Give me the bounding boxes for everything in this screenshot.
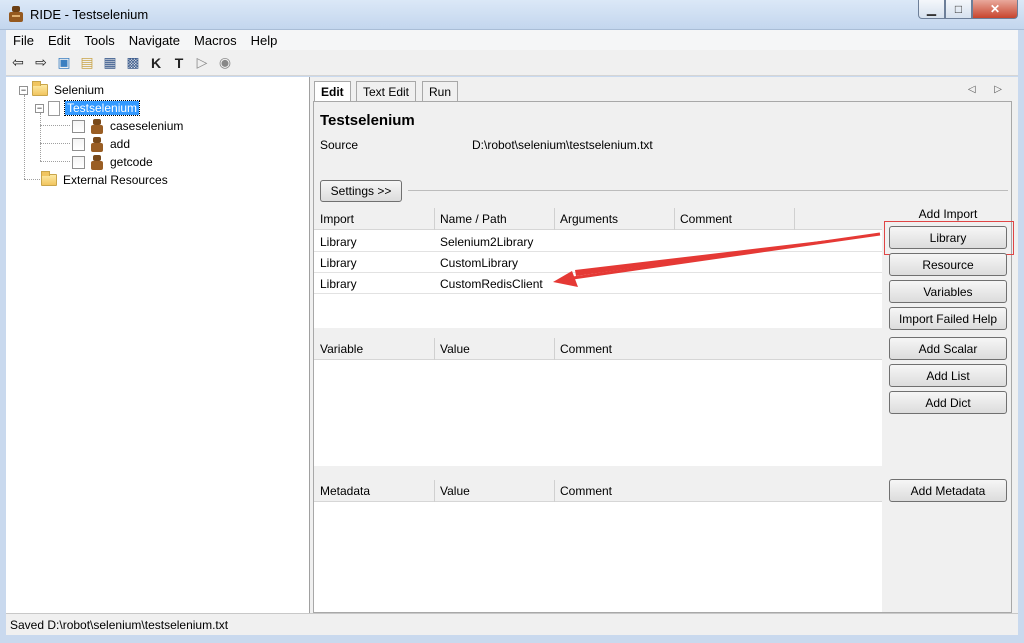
tree-node-testselenium[interactable]: − Testselenium: [35, 99, 141, 117]
test-checkbox[interactable]: [72, 137, 85, 151]
import-name-cell[interactable]: CustomRedisClient: [440, 277, 543, 291]
menu-bar: File Edit Tools Navigate Macros Help: [6, 30, 1018, 50]
source-label: Source: [320, 138, 359, 152]
imports-table[interactable]: Import Name / Path Arguments Comment Lib…: [314, 208, 882, 328]
table-header: Metadata Value Comment: [314, 480, 882, 502]
import-type-cell[interactable]: Library: [320, 256, 357, 270]
tree-node-external-resources[interactable]: External Resources: [41, 171, 170, 189]
tree-node-label[interactable]: Selenium: [52, 83, 106, 97]
folder-icon: [32, 81, 48, 96]
add-import-label: Add Import: [918, 207, 978, 221]
tree-node-label[interactable]: caseselenium: [108, 119, 185, 133]
save-icon[interactable]: ▦: [102, 54, 118, 71]
keyword-search-icon[interactable]: K: [148, 55, 164, 71]
tree-node-selenium[interactable]: − Selenium: [19, 81, 106, 99]
tab-bar: Edit Text Edit Run ◁ ▷: [314, 81, 1018, 102]
title-bar: RIDE - Testselenium ▁ □ ✕: [0, 0, 1024, 30]
open-directory-icon[interactable]: ▤: [79, 54, 95, 71]
variables-table[interactable]: Variable Value Comment: [314, 338, 882, 466]
tree-node-add[interactable]: add: [72, 135, 132, 153]
tab-run[interactable]: Run: [422, 81, 459, 101]
collapse-icon[interactable]: −: [19, 85, 28, 95]
tree-node-label[interactable]: add: [108, 137, 132, 151]
column-header: Comment: [560, 342, 613, 356]
tree-node-getcode[interactable]: getcode: [72, 153, 155, 171]
menu-tools[interactable]: Tools: [77, 33, 121, 48]
stop-icon[interactable]: ◉: [217, 54, 233, 71]
column-header: Metadata: [320, 484, 371, 498]
window-title: RIDE - Testselenium: [30, 7, 149, 22]
column-header: Variable: [320, 342, 364, 356]
tree-node-caseselenium[interactable]: caseselenium: [72, 117, 185, 135]
table-row[interactable]: Library Selenium2Library: [314, 231, 882, 252]
open-test-suite-icon[interactable]: ▣: [56, 54, 72, 71]
toolbar: ⇦ ⇨ ▣ ▤ ▦ ▩ K T ▷ ◉: [6, 50, 1018, 76]
suite-editor: Testselenium Source D:\robot\selenium\te…: [313, 101, 1014, 613]
add-scalar-button[interactable]: Add Scalar: [889, 337, 1007, 360]
add-variables-button[interactable]: Variables: [889, 280, 1007, 303]
add-resource-button[interactable]: Resource: [889, 253, 1007, 276]
settings-button[interactable]: Settings >>: [320, 180, 402, 202]
import-name-cell[interactable]: Selenium2Library: [440, 235, 533, 249]
collapse-icon[interactable]: −: [35, 103, 44, 113]
robot-icon: [9, 6, 23, 22]
minimize-button[interactable]: ▁: [918, 0, 945, 19]
tree-node-label[interactable]: getcode: [108, 155, 155, 169]
back-arrow-icon[interactable]: ⇦: [10, 54, 26, 71]
client-area: − Selenium − Testselenium caseselenium a…: [6, 77, 1018, 613]
robot-icon: [91, 118, 103, 134]
robot-icon: [91, 154, 103, 170]
status-bar: Saved D:\robot\selenium\testselenium.txt: [6, 613, 1018, 635]
folder-icon: [41, 171, 57, 186]
robot-icon: [91, 136, 103, 152]
menu-navigate[interactable]: Navigate: [122, 33, 187, 48]
maximize-button[interactable]: □: [945, 0, 972, 19]
column-header: Comment: [560, 484, 613, 498]
table-row[interactable]: Library CustomLibrary: [314, 252, 882, 273]
add-list-button[interactable]: Add List: [889, 364, 1007, 387]
metadata-table[interactable]: Metadata Value Comment: [314, 480, 882, 612]
source-path: D:\robot\selenium\testselenium.txt: [472, 138, 653, 152]
import-type-cell[interactable]: Library: [320, 235, 357, 249]
column-header: Value: [440, 484, 470, 498]
run-icon[interactable]: ▷: [194, 54, 210, 71]
file-icon: [48, 100, 60, 116]
close-button[interactable]: ✕: [972, 0, 1018, 19]
divider: [408, 190, 1008, 191]
column-header: Comment: [680, 212, 733, 226]
tree-node-label[interactable]: External Resources: [61, 173, 170, 187]
forward-arrow-icon[interactable]: ⇨: [33, 54, 49, 71]
table-header: Variable Value Comment: [314, 338, 882, 360]
tab-text-edit[interactable]: Text Edit: [356, 81, 417, 101]
test-checkbox[interactable]: [72, 155, 85, 169]
table-row[interactable]: Library CustomRedisClient: [314, 273, 882, 294]
test-search-icon[interactable]: T: [171, 55, 187, 71]
column-header: Value: [440, 342, 470, 356]
tab-edit[interactable]: Edit: [314, 81, 351, 102]
table-header: Import Name / Path Arguments Comment: [314, 208, 882, 230]
project-tree: − Selenium − Testselenium caseselenium a…: [6, 77, 310, 613]
import-name-cell[interactable]: CustomLibrary: [440, 256, 518, 270]
test-checkbox[interactable]: [72, 119, 85, 133]
suite-title: Testselenium: [320, 112, 415, 129]
menu-help[interactable]: Help: [244, 33, 285, 48]
save-all-icon[interactable]: ▩: [125, 54, 141, 71]
menu-macros[interactable]: Macros: [187, 33, 244, 48]
add-library-button[interactable]: Library: [889, 226, 1007, 249]
add-metadata-button[interactable]: Add Metadata: [889, 479, 1007, 502]
column-header: Name / Path: [440, 212, 507, 226]
tab-scroll-arrows[interactable]: ◁ ▷: [968, 84, 1010, 95]
menu-edit[interactable]: Edit: [41, 33, 77, 48]
tree-node-label[interactable]: Testselenium: [63, 100, 141, 116]
menu-file[interactable]: File: [6, 33, 41, 48]
add-dict-button[interactable]: Add Dict: [889, 391, 1007, 414]
import-type-cell[interactable]: Library: [320, 277, 357, 291]
import-failed-help-button[interactable]: Import Failed Help: [889, 307, 1007, 330]
column-header: Arguments: [560, 212, 619, 226]
column-header: Import: [320, 212, 355, 226]
